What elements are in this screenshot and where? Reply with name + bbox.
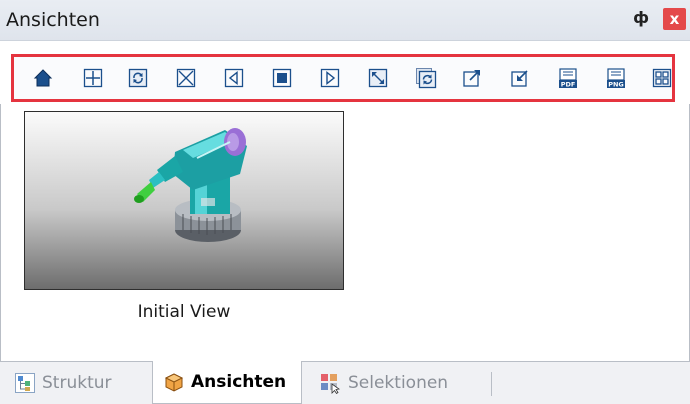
grid-icon xyxy=(652,68,672,88)
tab-ansichten[interactable]: Ansichten xyxy=(152,361,302,404)
tab-selektionen-label: Selektionen xyxy=(348,373,449,393)
tab-separator xyxy=(491,372,492,396)
export-icon xyxy=(463,70,480,87)
view-label: Initial View xyxy=(137,302,231,322)
delete-x-icon xyxy=(176,68,196,88)
tab-ansichten-label: Ansichten xyxy=(191,372,287,392)
refresh-all-icon xyxy=(416,68,437,89)
grid-layout-button[interactable] xyxy=(651,67,673,89)
panel-title: Ansichten xyxy=(6,9,100,31)
previous-icon xyxy=(224,68,244,88)
fit-arrows-icon xyxy=(368,68,388,88)
next-icon xyxy=(320,68,340,88)
fit-view-button[interactable] xyxy=(367,67,389,89)
refresh-icon xyxy=(128,68,148,88)
import-view-button[interactable] xyxy=(509,67,531,89)
import-icon xyxy=(511,70,528,87)
export-pdf-button[interactable]: PDF xyxy=(557,67,579,89)
bottom-tabbar: Struktur Ansichten Selektionen xyxy=(0,361,690,404)
pdf-icon-text: PDF xyxy=(561,81,576,89)
update-all-views-button[interactable] xyxy=(415,67,437,89)
selections-icon xyxy=(321,374,341,394)
stop-button[interactable] xyxy=(271,67,293,89)
pdf-icon: PDF xyxy=(559,68,577,89)
home-icon xyxy=(33,69,53,87)
next-view-button[interactable] xyxy=(319,67,341,89)
close-icon[interactable]: x xyxy=(663,8,686,30)
view-thumbnail-initial[interactable] xyxy=(24,111,344,290)
panel-titlebar: Ansichten ф x xyxy=(0,0,690,41)
tab-struktur[interactable]: Struktur xyxy=(14,362,112,404)
structure-icon xyxy=(15,373,35,393)
views-toolbar: PDF PNG xyxy=(11,54,675,102)
previous-view-button[interactable] xyxy=(223,67,245,89)
png-icon: PNG xyxy=(607,68,625,89)
export-view-button[interactable] xyxy=(461,67,483,89)
tab-struktur-label: Struktur xyxy=(42,373,112,393)
add-view-button[interactable] xyxy=(82,67,104,89)
pin-icon[interactable]: ф xyxy=(629,6,653,30)
tab-selektionen[interactable]: Selektionen xyxy=(320,362,448,404)
home-view-button[interactable] xyxy=(32,67,54,89)
plus-icon xyxy=(83,68,103,88)
refresh-view-button[interactable] xyxy=(127,67,149,89)
png-icon-text: PNG xyxy=(608,81,624,89)
delete-view-button[interactable] xyxy=(175,67,197,89)
model-preview-image xyxy=(134,128,247,242)
export-png-button[interactable]: PNG xyxy=(605,67,627,89)
views-cube-icon xyxy=(164,373,184,392)
stop-icon xyxy=(272,68,292,88)
